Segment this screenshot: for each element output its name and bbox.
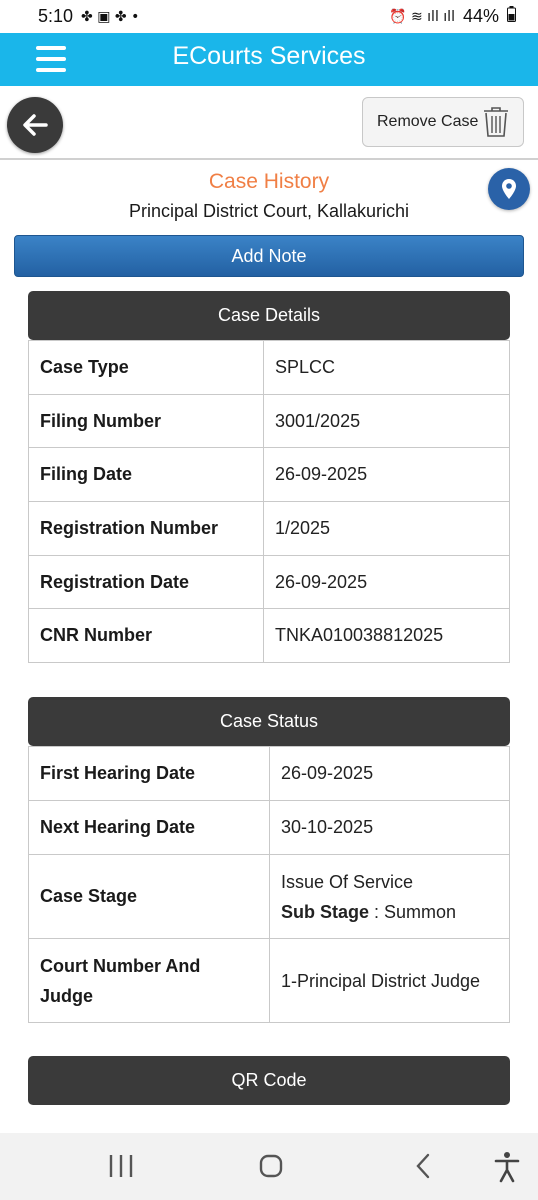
court-judge-value: 1-Principal District Judge (269, 938, 510, 1023)
sub-stage-separator: : (369, 901, 385, 922)
qr-code-button[interactable]: QR Code (28, 1056, 510, 1105)
case-stage-label: Case Stage (28, 854, 270, 939)
status-right: ⏰ ≋ ıll ıll 44% (389, 6, 516, 27)
case-stage-value: Issue Of Service (281, 871, 414, 892)
battery-level: 44% (462, 6, 499, 26)
case-stage-cell: Issue Of Service Sub Stage : Summon (269, 854, 510, 939)
status-left: 5:10 ✤ ▣ ✤ • (38, 6, 139, 27)
location-button[interactable] (488, 168, 530, 210)
table-row: Registration Date 26-09-2025 (28, 555, 510, 609)
remove-case-label: Remove Case (377, 113, 479, 130)
court-judge-label: Court Number And Judge (28, 938, 270, 1023)
add-note-button[interactable]: Add Note (14, 235, 524, 277)
filing-date-label: Filing Date (28, 447, 264, 502)
app-title: ECourts Services (172, 42, 366, 70)
case-details-table: Case Type SPLCC Filing Number 3001/2025 … (28, 340, 510, 663)
system-nav-bar (0, 1133, 538, 1200)
registration-date-label: Registration Date (28, 555, 264, 609)
court-name: Principal District Court, Kallakurichi (128, 201, 410, 221)
first-hearing-value: 26-09-2025 (269, 746, 510, 801)
filing-date-value: 26-09-2025 (263, 447, 510, 502)
case-status-table: First Hearing Date 26-09-2025 Next Heari… (28, 746, 510, 1023)
table-row: Court Number And Judge 1-Principal Distr… (28, 938, 510, 1023)
signal-icons: ⏰ ≋ ıll ıll (389, 8, 455, 25)
table-row: Next Hearing Date 30-10-2025 (28, 800, 510, 855)
arrow-left-icon (23, 114, 48, 136)
home-icon[interactable] (258, 1151, 284, 1186)
table-row: Filing Date 26-09-2025 (28, 447, 510, 502)
next-hearing-label: Next Hearing Date (28, 800, 270, 855)
accessibility-icon[interactable] (494, 1151, 520, 1188)
cnr-number-value: TNKA010038812025 (263, 608, 510, 663)
registration-number-value: 1/2025 (263, 501, 510, 556)
registration-date-value: 26-09-2025 (263, 555, 510, 609)
sub-stage-value: Summon (384, 901, 457, 922)
registration-number-label: Registration Number (28, 501, 264, 556)
case-status-header: Case Status (28, 697, 510, 746)
back-button[interactable] (7, 97, 63, 153)
case-type-label: Case Type (28, 340, 264, 395)
status-bar: 5:10 ✤ ▣ ✤ • ⏰ ≋ ıll ıll 44% (0, 0, 538, 33)
remove-case-button[interactable]: Remove Case (362, 97, 524, 147)
toolbar: Remove Case (0, 86, 538, 160)
app-bar: ECourts Services (0, 33, 538, 86)
trash-icon (484, 107, 509, 137)
back-chevron-icon[interactable] (412, 1151, 434, 1186)
sub-stage-label: Sub Stage (281, 901, 370, 922)
table-row: Case Stage Issue Of Service Sub Stage : … (28, 854, 510, 939)
table-row: Case Type SPLCC (28, 340, 510, 395)
sub-stage-line: Sub Stage : Summon (281, 897, 498, 927)
table-row: First Hearing Date 26-09-2025 (28, 746, 510, 801)
table-row: CNR Number TNKA010038812025 (28, 608, 510, 663)
filing-number-value: 3001/2025 (263, 394, 510, 448)
case-type-value: SPLCC (263, 340, 510, 395)
first-hearing-label: First Hearing Date (28, 746, 270, 801)
filing-number-label: Filing Number (28, 394, 264, 448)
cnr-number-label: CNR Number (28, 608, 264, 663)
table-row: Registration Number 1/2025 (28, 501, 510, 556)
table-row: Filing Number 3001/2025 (28, 394, 510, 448)
case-details-header: Case Details (28, 291, 510, 340)
battery-icon (507, 6, 516, 27)
map-pin-icon (502, 179, 516, 199)
next-hearing-value: 30-10-2025 (269, 800, 510, 855)
status-time: 5:10 (38, 6, 74, 26)
case-history-heading: Case History (208, 170, 330, 193)
recents-icon[interactable] (108, 1151, 134, 1186)
notification-icons: ✤ ▣ ✤ • (81, 8, 140, 25)
